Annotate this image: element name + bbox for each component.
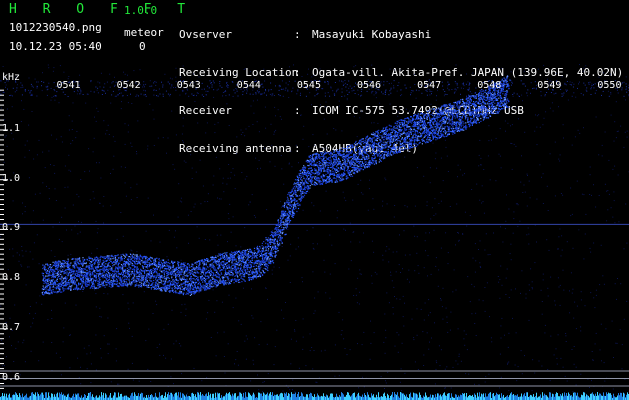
time-tick-label: 0542 xyxy=(116,80,141,91)
meteor-count-label: meteor xyxy=(124,26,164,39)
spectrogram-plot xyxy=(0,64,629,400)
time-tick-label: 0546 xyxy=(357,80,382,91)
app-name: H R O F F T xyxy=(9,2,195,17)
signal-trace xyxy=(41,75,511,296)
time-tick-label: 0541 xyxy=(56,80,81,91)
time-tick-label: 0550 xyxy=(597,80,622,91)
observer-label: Ovserver xyxy=(179,28,232,42)
header-panel: H R O F F T 1.0.0 1012230540.png 10.12.2… xyxy=(0,0,629,154)
time-tick-label: 0543 xyxy=(176,80,201,91)
time-tick-label: 0544 xyxy=(236,80,261,91)
capture-datetime: 10.12.23 05:40 xyxy=(9,40,102,53)
y-axis-ticks xyxy=(0,89,8,389)
y-tick-label: 0.7 xyxy=(2,321,21,333)
image-filename: 1012230540.png xyxy=(9,21,102,34)
meteor-count-value: 0 xyxy=(139,40,146,53)
bottom-signal-strip xyxy=(0,392,629,400)
y-axis-unit-label: kHz xyxy=(2,72,21,83)
background-noise xyxy=(0,64,629,395)
time-tick-label: 0547 xyxy=(417,80,442,91)
y-tick-label: 0.8 xyxy=(2,272,21,284)
observer-value: Masayuki Kobayashi xyxy=(312,28,432,42)
observer-row: Ovserver : Masayuki Kobayashi xyxy=(179,29,623,42)
observer-separator: : xyxy=(294,28,301,42)
y-tick-label: 1.1 xyxy=(2,123,21,134)
app-version: 1.0.0 xyxy=(124,4,158,17)
time-tick-label: 0545 xyxy=(296,80,321,91)
y-tick-label: 1.0 xyxy=(2,172,21,184)
time-tick-label: 0549 xyxy=(537,80,562,91)
y-tick-label: 0.6 xyxy=(2,371,21,383)
time-tick-label: 0548 xyxy=(477,80,502,91)
y-tick-label: 0.9 xyxy=(2,222,21,234)
